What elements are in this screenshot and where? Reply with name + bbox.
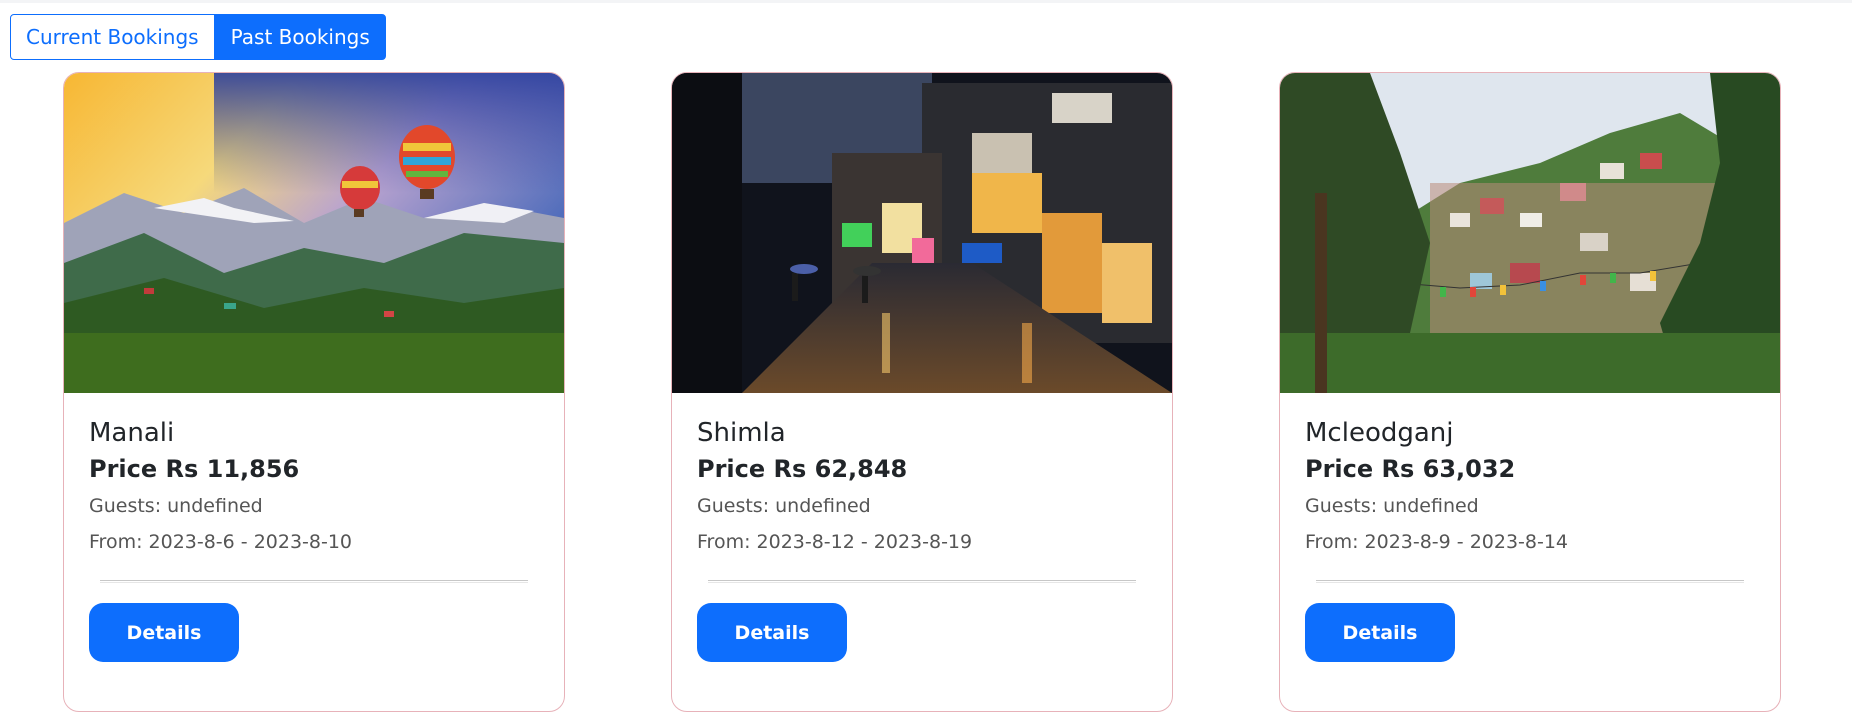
shimla-image bbox=[672, 73, 1172, 393]
mcleodganj-image bbox=[1280, 73, 1780, 393]
booking-price: Price Rs 63,032 bbox=[1305, 455, 1516, 483]
top-border bbox=[0, 0, 1852, 3]
booking-price: Price Rs 11,856 bbox=[89, 455, 300, 483]
details-button[interactable]: Details bbox=[1305, 603, 1455, 662]
manali-image bbox=[64, 73, 564, 393]
destination-name: Mcleodganj bbox=[1305, 418, 1454, 448]
destination-name: Shimla bbox=[697, 418, 786, 448]
booking-price: Price Rs 62,848 bbox=[697, 455, 908, 483]
booking-dates: From: 2023-8-12 - 2023-8-19 bbox=[697, 531, 973, 553]
card-divider bbox=[1316, 580, 1744, 583]
booking-guests: Guests: undefined bbox=[89, 495, 263, 517]
tab-past-bookings[interactable]: Past Bookings bbox=[214, 14, 386, 60]
card-body: Manali Price Rs 11,856 Guests: undefined… bbox=[64, 393, 564, 662]
destination-name: Manali bbox=[89, 418, 175, 448]
card-body: Mcleodganj Price Rs 63,032 Guests: undef… bbox=[1280, 393, 1780, 662]
booking-card-manali: Manali Price Rs 11,856 Guests: undefined… bbox=[63, 72, 565, 712]
booking-dates: From: 2023-8-6 - 2023-8-10 bbox=[89, 531, 353, 553]
card-body: Shimla Price Rs 62,848 Guests: undefined… bbox=[672, 393, 1172, 662]
details-button[interactable]: Details bbox=[89, 603, 239, 662]
booking-card-shimla: Shimla Price Rs 62,848 Guests: undefined… bbox=[671, 72, 1173, 712]
booking-card-mcleodganj: Mcleodganj Price Rs 63,032 Guests: undef… bbox=[1279, 72, 1781, 712]
booking-dates: From: 2023-8-9 - 2023-8-14 bbox=[1305, 531, 1569, 553]
tab-current-bookings[interactable]: Current Bookings bbox=[10, 14, 215, 60]
booking-tabs: Current Bookings Past Bookings bbox=[10, 14, 386, 60]
booking-guests: Guests: undefined bbox=[697, 495, 871, 517]
details-button[interactable]: Details bbox=[697, 603, 847, 662]
card-divider bbox=[100, 580, 528, 583]
card-divider bbox=[708, 580, 1136, 583]
bookings-list: Manali Price Rs 11,856 Guests: undefined… bbox=[63, 72, 1781, 712]
booking-guests: Guests: undefined bbox=[1305, 495, 1479, 517]
